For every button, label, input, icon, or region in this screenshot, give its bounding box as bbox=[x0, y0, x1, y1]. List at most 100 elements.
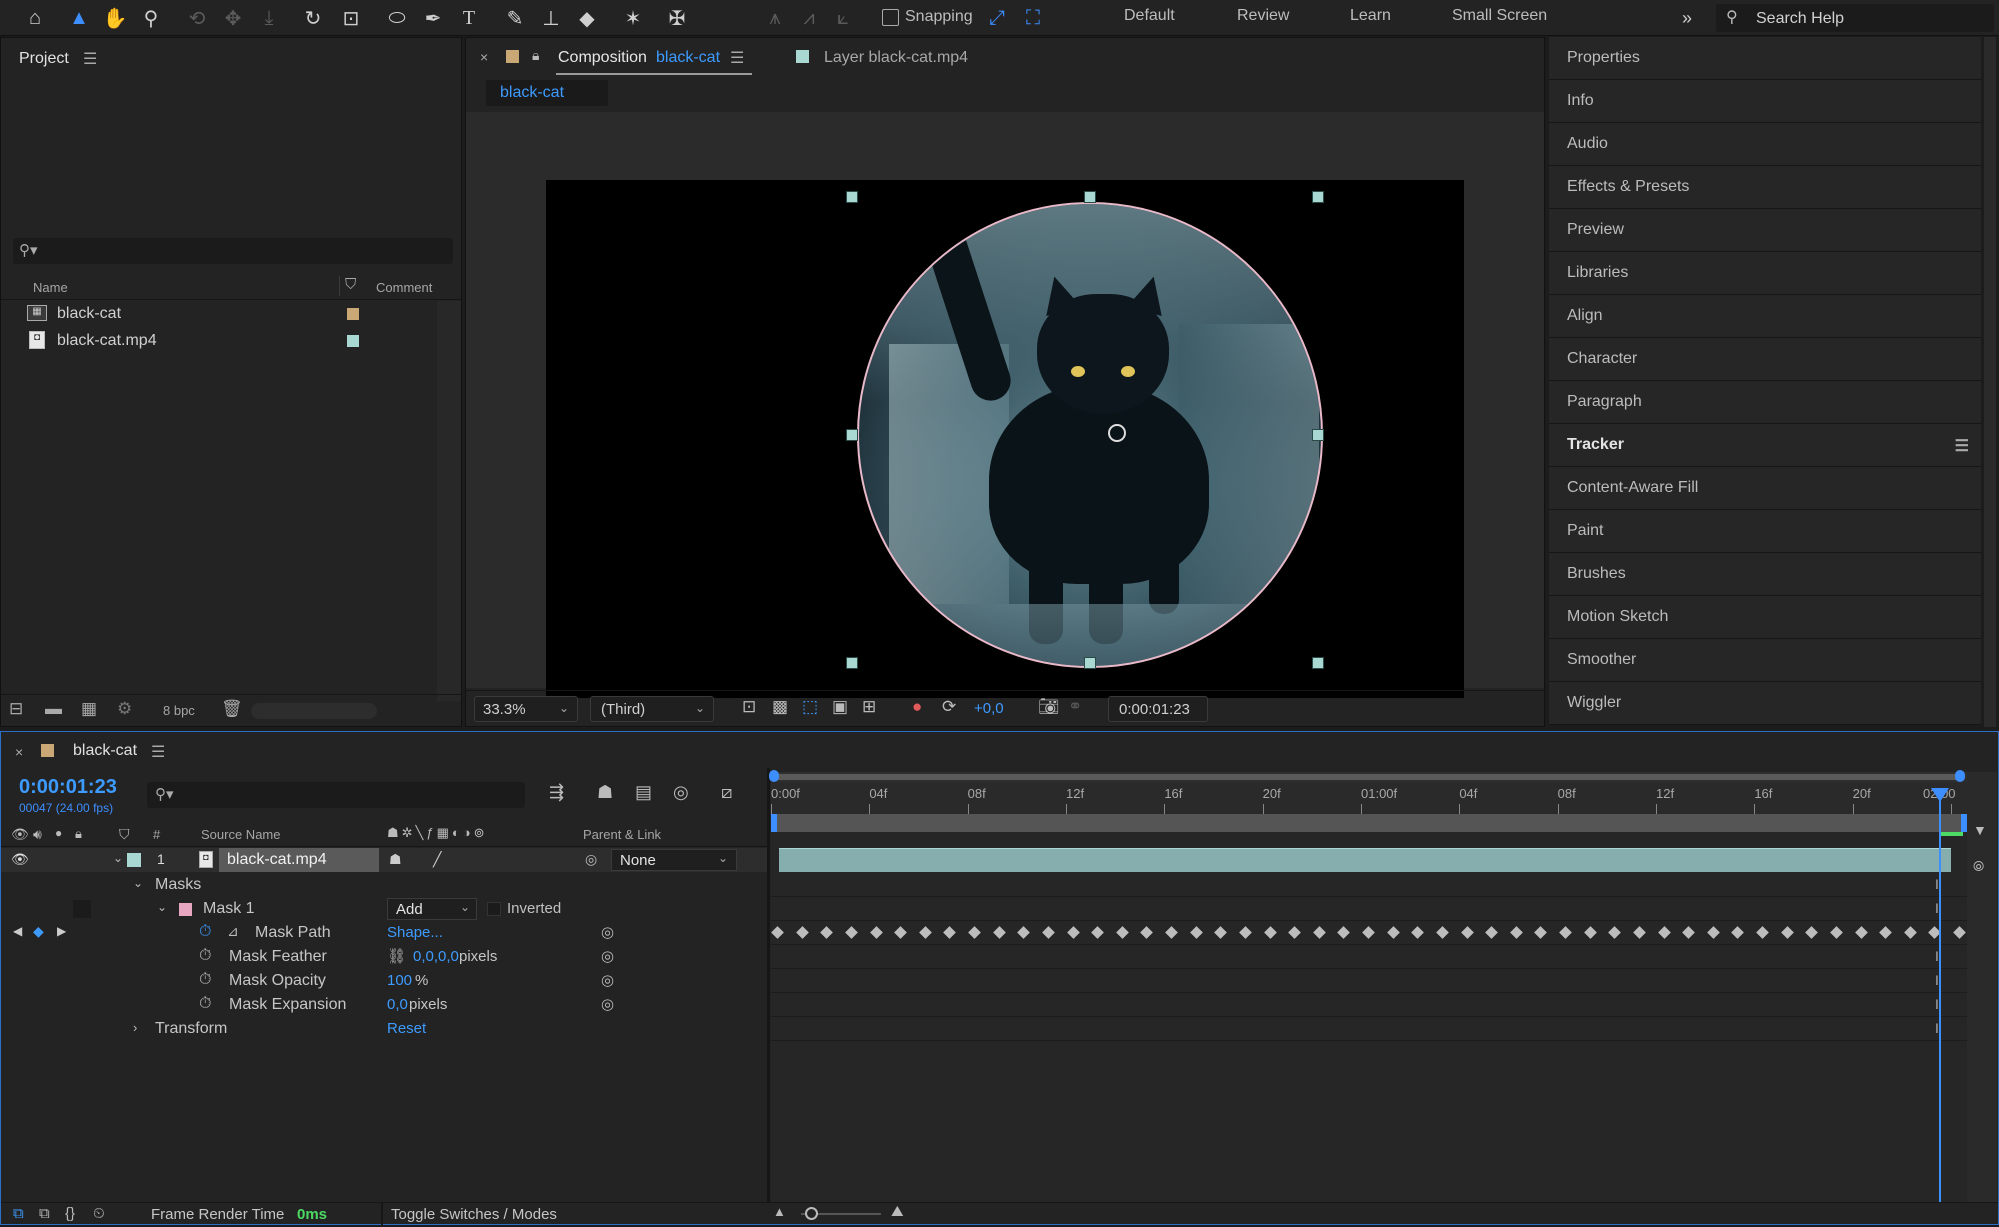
column-name[interactable]: Name bbox=[33, 280, 68, 295]
project-item[interactable]: ◘ black-cat.mp4 bbox=[1, 328, 437, 355]
label-color-swatch[interactable] bbox=[347, 335, 359, 347]
toggle-switches-modes-button[interactable]: Toggle Switches / Modes bbox=[391, 1206, 557, 1223]
keyframe-diamond[interactable] bbox=[1731, 926, 1745, 939]
new-folder-icon[interactable]: ▬ bbox=[45, 699, 62, 719]
home-icon[interactable]: ⌂ bbox=[20, 3, 50, 33]
mask-vertex-handle[interactable] bbox=[1312, 429, 1324, 441]
project-scrollbar[interactable] bbox=[437, 301, 461, 701]
masks-group-row[interactable]: ⌄ Masks bbox=[1, 873, 767, 897]
panel-paint[interactable]: Paint bbox=[1549, 510, 1981, 553]
local-axis-icon[interactable]: ⟀ bbox=[828, 3, 858, 33]
lock-icon[interactable]: 🔒︎ bbox=[532, 47, 539, 64]
timeline-zoom-slider[interactable] bbox=[801, 1207, 881, 1220]
align-icon[interactable]: ⩚ bbox=[760, 3, 790, 33]
mask-vertex-handle[interactable] bbox=[1312, 657, 1324, 669]
keyframe-diamond[interactable] bbox=[1780, 926, 1794, 939]
keyframe-diamond[interactable] bbox=[1706, 926, 1720, 939]
keyframe-diamond[interactable] bbox=[1436, 926, 1449, 939]
transfer-controls-icon[interactable]: ⧉ bbox=[39, 1205, 50, 1222]
mask-path-keyframes[interactable] bbox=[771, 921, 1967, 945]
keyframe-diamond[interactable] bbox=[1115, 926, 1129, 939]
constrain-link-icon[interactable]: ⛓ bbox=[387, 947, 406, 965]
source-name-header[interactable]: Source Name bbox=[201, 827, 280, 842]
keyframe-diamond[interactable] bbox=[1189, 926, 1203, 939]
lock-icon[interactable]: 🔒︎ bbox=[75, 826, 82, 842]
work-area-bar[interactable] bbox=[769, 770, 1967, 782]
stamp-icon[interactable]: ⊥ bbox=[536, 3, 566, 33]
mask-row[interactable]: ⌄ Mask 1 Add ⌄ Inverted bbox=[1, 897, 767, 921]
keyframe-diamond[interactable] bbox=[1854, 926, 1868, 939]
stopwatch-icon[interactable]: ⏱︎ bbox=[199, 971, 211, 989]
project-search-input[interactable]: ⚲▾ bbox=[13, 238, 453, 264]
region-of-interest-icon[interactable]: ▣ bbox=[832, 697, 848, 717]
show-snapshot-icon[interactable]: ⚭ bbox=[1068, 697, 1082, 717]
ellipse-icon[interactable]: ⬭ bbox=[382, 3, 412, 33]
zoom-out-icon[interactable]: ▲ bbox=[773, 1204, 786, 1219]
workspace-learn[interactable]: Learn bbox=[1350, 7, 1391, 25]
mask-visibility-icon[interactable]: ⬚ bbox=[802, 697, 818, 717]
panel-libraries[interactable]: Libraries bbox=[1549, 252, 1981, 295]
bit-depth-button[interactable]: 8 bpc bbox=[163, 703, 195, 718]
pickwhip-icon[interactable]: ◎ bbox=[601, 947, 614, 965]
keyframe-diamond[interactable] bbox=[1608, 926, 1622, 939]
timeline-search-input[interactable]: ⚲▾ bbox=[147, 782, 525, 808]
render-time-icon[interactable]: ⏲ bbox=[93, 1205, 105, 1222]
orbit-icon[interactable]: ⟲ bbox=[182, 3, 212, 33]
roto-icon[interactable]: ✶ bbox=[618, 3, 648, 33]
keyframe-diamond[interactable] bbox=[1239, 926, 1252, 939]
keyframe-diamond[interactable] bbox=[1165, 926, 1178, 939]
new-composition-icon[interactable]: ▦ bbox=[81, 699, 97, 719]
interpret-footage-icon[interactable]: ⊟ bbox=[9, 699, 23, 719]
mask-vertex-handle[interactable] bbox=[1084, 191, 1096, 203]
pickwhip-icon[interactable]: ◎ bbox=[601, 995, 614, 1013]
time-navigator-bar[interactable] bbox=[771, 814, 1967, 832]
hand-icon[interactable]: ✋ bbox=[100, 3, 130, 33]
chevron-down-icon[interactable]: ⌄ bbox=[113, 851, 123, 865]
keyframe-diamond[interactable] bbox=[1657, 926, 1671, 939]
exposure-value[interactable]: +0,0 bbox=[974, 700, 1004, 717]
snapshot-camera-icon[interactable]: 📷︎ bbox=[1038, 697, 1060, 717]
mask-lock-box[interactable] bbox=[73, 900, 91, 918]
zoom-slider-thumb[interactable] bbox=[805, 1207, 818, 1220]
mask-opacity-value[interactable]: 100 bbox=[387, 972, 412, 989]
keyframe-diamond[interactable] bbox=[1091, 926, 1104, 939]
timeline-tab-name[interactable]: black-cat bbox=[73, 742, 137, 760]
label-color-swatch[interactable] bbox=[127, 853, 141, 867]
keyframe-diamond[interactable] bbox=[1509, 926, 1523, 939]
keyframe-diamond[interactable] bbox=[1953, 926, 1966, 939]
mask-vertex-handle[interactable] bbox=[1312, 191, 1324, 203]
keyframe-diamond[interactable] bbox=[1066, 926, 1080, 939]
comp-tab-name[interactable]: black-cat bbox=[656, 49, 720, 67]
keyframe-diamond[interactable] bbox=[1312, 926, 1326, 939]
project-thumbnail-slider[interactable] bbox=[251, 703, 377, 719]
keyframe-diamond[interactable] bbox=[894, 926, 907, 939]
keyframe-diamond[interactable] bbox=[820, 926, 834, 939]
keyframe-diamond[interactable] bbox=[1756, 926, 1769, 939]
workspace-default[interactable]: Default bbox=[1124, 7, 1175, 25]
selection-icon[interactable]: ▲ bbox=[64, 3, 94, 33]
anchor-icon[interactable]: ⊡ bbox=[336, 3, 366, 33]
keyframe-diamond[interactable] bbox=[1386, 926, 1400, 939]
panel-properties[interactable]: Properties bbox=[1549, 37, 1981, 80]
workspace-review[interactable]: Review bbox=[1237, 7, 1289, 25]
project-item[interactable]: ▦ black-cat ⊶ bbox=[1, 301, 453, 328]
transform-group-row[interactable]: › Transform Reset bbox=[1, 1017, 767, 1041]
snapping-checkbox[interactable] bbox=[882, 9, 899, 26]
label-tag-icon[interactable]: ⛉ bbox=[345, 276, 356, 293]
keyframe-diamond[interactable] bbox=[1485, 926, 1498, 939]
channels-icon[interactable]: ● bbox=[912, 697, 922, 717]
zoom-in-icon[interactable]: ⛰ bbox=[891, 1203, 904, 1220]
frame-blending-icon[interactable]: ▤ bbox=[635, 782, 652, 803]
panel-preview[interactable]: Preview bbox=[1549, 209, 1981, 252]
mask-vertex-handle[interactable] bbox=[846, 191, 858, 203]
keyframe-diamond[interactable] bbox=[1830, 926, 1843, 939]
transform-reset-link[interactable]: Reset bbox=[387, 1020, 426, 1037]
zoom-dropdown[interactable]: 33.3% ⌄ bbox=[474, 696, 578, 722]
audio-icon[interactable]: 🔊︎ bbox=[33, 826, 42, 843]
mask-vertex-handle[interactable] bbox=[1084, 657, 1096, 669]
transparency-grid-icon[interactable]: ▩ bbox=[772, 697, 788, 717]
video-visibility-icon[interactable]: 👁︎ bbox=[11, 851, 29, 868]
project-settings-icon[interactable]: ⚙ bbox=[117, 699, 132, 719]
keyframe-diamond[interactable] bbox=[1288, 926, 1301, 939]
type-icon[interactable]: T bbox=[454, 3, 484, 33]
